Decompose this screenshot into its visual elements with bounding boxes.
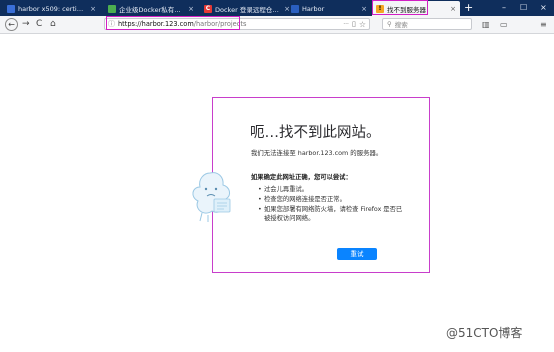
tab-favicon-icon (7, 4, 15, 13)
new-tab-button[interactable]: + (464, 1, 473, 15)
suggestions-list: 过会儿再重试。 检查您的网络连接是否正常。 如果您部署有网络防火墙，请检查 Fi… (258, 185, 408, 224)
tab-favicon-icon (291, 4, 299, 13)
minimize-button[interactable]: – (502, 2, 506, 14)
list-item: 检查您的网络连接是否正常。 (258, 195, 408, 204)
search-icon: ⚲ (387, 20, 392, 28)
tab-docker-login[interactable]: C Docker 登录远程仓库Harb × (200, 1, 294, 16)
error-title: 呃…找不到此网站。 (250, 125, 381, 141)
suggestions-heading: 如果确定此网址正确，您可以尝试： (251, 174, 352, 181)
tab-close-icon[interactable]: × (450, 5, 456, 13)
list-item: 过会儿再重试。 (258, 185, 408, 194)
search-placeholder: 搜索 (394, 21, 408, 29)
tab-label: harbor x509: certificate s (18, 4, 87, 13)
info-icon[interactable]: ⓘ (108, 19, 115, 29)
list-item: 如果您部署有网络防火墙，请检查 Firefox 是否已被授权访问网络。 (258, 205, 408, 223)
tab-label: 企业级Docker私有仓库Harb (119, 5, 185, 14)
url-bar[interactable]: ⓘ https://harbor.123.com/harbor/projects… (104, 18, 370, 30)
url-host: https://harbor.123.com (118, 20, 194, 28)
window-close-button[interactable]: × (540, 2, 547, 14)
tab-close-icon[interactable]: × (361, 5, 367, 13)
tab-harbor-x509[interactable]: harbor x509: certificate s × (3, 1, 100, 16)
watermark: @51CTO博客 (446, 326, 523, 340)
tab-highlight-box (372, 0, 428, 15)
menu-icon[interactable]: ≡ (540, 19, 547, 31)
reader-view-icon[interactable]: ▯ (352, 20, 356, 28)
retry-button[interactable]: 重试 (337, 248, 377, 260)
back-button[interactable]: ← (5, 18, 18, 31)
sad-cloud-illustration-icon (192, 172, 231, 222)
error-description: 我们无法连接至 harbor.123.com 的服务器。 (251, 149, 383, 157)
maximize-button[interactable]: ☐ (520, 2, 527, 14)
url-path: /harbor/projects (193, 20, 247, 28)
page-actions-icon[interactable]: ··· (343, 21, 349, 28)
library-icon[interactable]: ▥ (482, 19, 490, 31)
forward-button[interactable]: → (22, 18, 30, 31)
nav-toolbar: ← → C ⌂ ⓘ https://harbor.123.com/harbor/… (0, 16, 554, 34)
tab-harbor[interactable]: Harbor × (287, 1, 371, 16)
tab-favicon-icon (108, 4, 116, 13)
search-bar[interactable]: ⚲ 搜索 (382, 18, 472, 30)
sidebar-icon[interactable]: ▭ (500, 19, 508, 31)
tab-label: Docker 登录远程仓库Harb (215, 5, 281, 14)
tab-close-icon[interactable]: × (90, 5, 96, 13)
reload-button[interactable]: C (36, 18, 42, 31)
home-button[interactable]: ⌂ (50, 18, 56, 31)
tab-close-icon[interactable]: × (188, 5, 194, 13)
tab-bar: harbor x509: certificate s × 企业级Docker私有… (0, 0, 554, 16)
tab-label: Harbor (302, 4, 325, 13)
bookmark-star-icon[interactable]: ☆ (359, 20, 366, 29)
tab-favicon-icon: C (204, 4, 212, 13)
tab-enterprise-docker[interactable]: 企业级Docker私有仓库Harb × (104, 1, 198, 16)
